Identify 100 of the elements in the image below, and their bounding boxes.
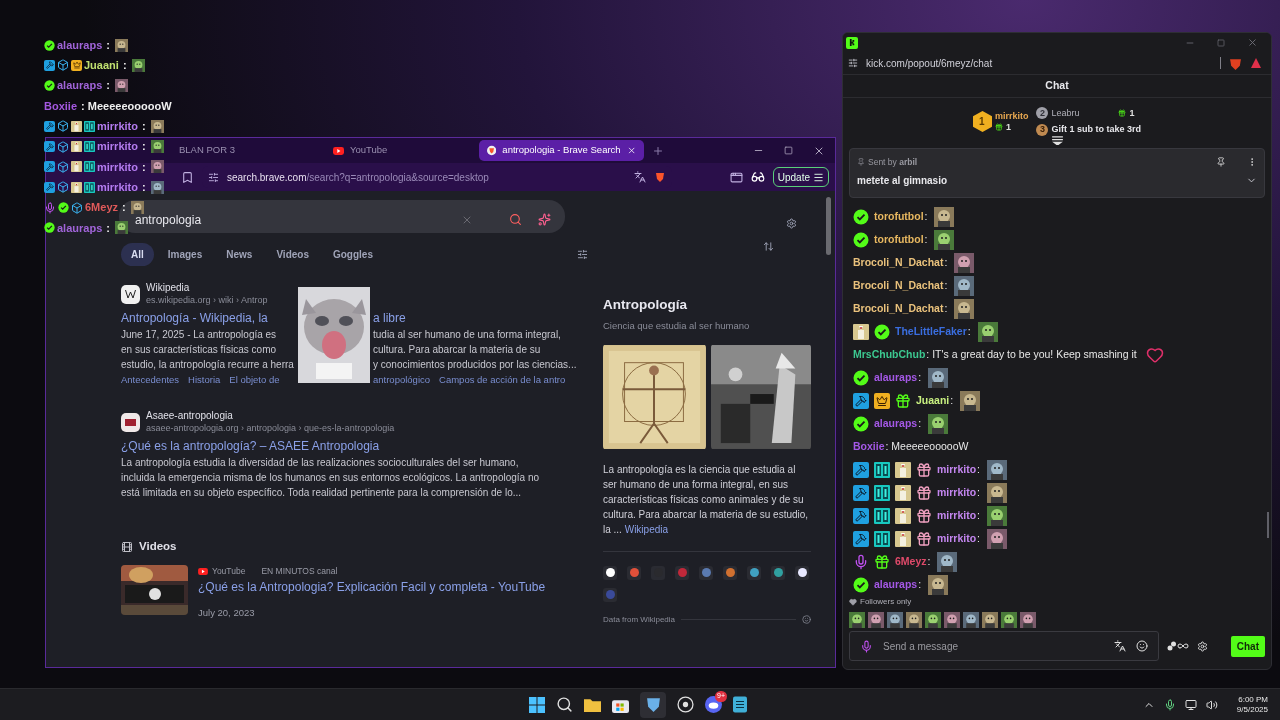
username[interactable]: alauraps bbox=[57, 77, 103, 94]
cube-icon bbox=[57, 120, 69, 133]
message-input[interactable]: Send a message bbox=[883, 638, 1104, 654]
window-icon[interactable] bbox=[729, 170, 743, 184]
username[interactable]: MrsChubChub bbox=[853, 346, 926, 363]
username[interactable]: mirrkito bbox=[937, 530, 977, 547]
site-icon[interactable] bbox=[795, 565, 809, 580]
site-settings-icon[interactable] bbox=[848, 58, 858, 69]
username[interactable]: alauraps bbox=[874, 369, 918, 386]
result-title-link[interactable]: Antropología - Wikipedia, la bbox=[121, 309, 299, 327]
collapse-icon[interactable] bbox=[1052, 136, 1063, 145]
browser-app-icon[interactable] bbox=[640, 691, 666, 718]
recorder-icon[interactable] bbox=[677, 696, 694, 713]
folder-icon[interactable] bbox=[584, 697, 601, 712]
emoji-icon[interactable] bbox=[1136, 640, 1148, 652]
message-text: : bbox=[121, 200, 126, 216]
username[interactable]: mirrkito bbox=[97, 178, 138, 196]
search-icon[interactable] bbox=[556, 696, 573, 713]
browser-tab[interactable]: YouTube bbox=[325, 140, 475, 161]
username[interactable]: mirrkito bbox=[97, 138, 138, 155]
username[interactable]: alauraps bbox=[874, 576, 918, 593]
mic-icon[interactable] bbox=[1163, 698, 1176, 711]
leader-name: Leabru bbox=[1051, 106, 1081, 120]
points-icon[interactable] bbox=[1167, 640, 1189, 652]
chat-send-button[interactable]: Chat bbox=[1230, 635, 1265, 657]
username[interactable]: mirrkito bbox=[937, 461, 977, 478]
result-title-link[interactable]: a libre bbox=[373, 309, 406, 327]
maximize-icon[interactable] bbox=[784, 146, 793, 155]
username[interactable]: TheLittleFaker bbox=[895, 323, 967, 340]
snippet-text: June 17, 2025 - La antropología es bbox=[121, 328, 278, 342]
username[interactable]: Juaani bbox=[916, 392, 950, 409]
username[interactable]: mirrkito bbox=[97, 158, 138, 176]
username[interactable]: mirrkito bbox=[937, 507, 977, 524]
username[interactable]: mirrkito bbox=[97, 118, 138, 135]
site-logo-icon bbox=[121, 284, 140, 304]
mic-icon[interactable] bbox=[860, 639, 873, 653]
scrollbar[interactable] bbox=[826, 197, 831, 255]
filter-tab[interactable]: Images bbox=[157, 243, 213, 266]
glasses-icon[interactable] bbox=[750, 170, 765, 184]
settings-icon[interactable] bbox=[786, 218, 797, 229]
username[interactable]: Boxiie bbox=[44, 97, 77, 115]
grid-badge-icon bbox=[84, 141, 95, 153]
username[interactable]: alauraps bbox=[57, 219, 103, 237]
section-link[interactable]: Historia bbox=[188, 372, 221, 388]
snippet-text: en sus características físicas como bbox=[121, 343, 278, 357]
site-settings-icon[interactable] bbox=[208, 171, 219, 183]
message-text: : IT's a great day to be you! Keep smashing it bbox=[926, 346, 1137, 362]
filter-tab[interactable]: Videos bbox=[266, 243, 319, 266]
address-text[interactable]: search.brave.com/search?q=antropologia&source=desktop bbox=[227, 169, 489, 185]
translate-icon[interactable] bbox=[1114, 640, 1126, 652]
username[interactable]: Brocoli_N_Dachat bbox=[853, 300, 944, 317]
username[interactable]: mirrkito bbox=[937, 484, 977, 501]
result-title-link[interactable]: ¿Qué es la antropología? – ASAEE Antropologia bbox=[121, 437, 586, 455]
translate-icon[interactable] bbox=[633, 171, 646, 183]
new-tab-icon[interactable] bbox=[652, 144, 664, 157]
sparkle-icon[interactable] bbox=[538, 213, 551, 226]
filter-tab[interactable]: All bbox=[121, 243, 154, 266]
username[interactable]: 6Meyz bbox=[85, 199, 119, 216]
username[interactable]: torofutbol bbox=[874, 231, 924, 248]
bookmark-icon[interactable] bbox=[181, 170, 194, 184]
username[interactable]: Brocoli_N_Dachat bbox=[853, 277, 944, 294]
username[interactable]: alauraps bbox=[874, 415, 918, 432]
start-icon[interactable] bbox=[529, 696, 545, 713]
browser-tab[interactable]: BLAN POR 3 bbox=[171, 140, 321, 161]
section-link[interactable]: El objeto de bbox=[229, 372, 280, 388]
message-field[interactable]: Send a message bbox=[849, 631, 1159, 661]
message-text: : bbox=[141, 119, 146, 135]
username[interactable]: Boxiie bbox=[853, 438, 885, 455]
username[interactable]: torofutbol bbox=[874, 208, 924, 225]
snippet-text: estudio, la antropología recurre a herra bbox=[121, 358, 295, 372]
username[interactable]: Juaani bbox=[84, 57, 119, 74]
update-button[interactable]: Update bbox=[772, 167, 829, 187]
feedback-icon[interactable] bbox=[802, 615, 811, 624]
video-title-link[interactable]: ¿Qué es la Antropologia? Explicación Facil y completa - YouTube bbox=[198, 578, 546, 596]
sort-icon[interactable] bbox=[763, 241, 774, 252]
tuxedo-badge-icon bbox=[895, 530, 911, 547]
filter-icon[interactable] bbox=[577, 249, 588, 260]
scrollbar[interactable] bbox=[1267, 512, 1269, 538]
site-icon[interactable] bbox=[603, 565, 617, 580]
grid-badge-icon bbox=[874, 484, 890, 501]
clock-time[interactable]: 6:00 PM bbox=[1238, 694, 1268, 705]
tuxedo-badge-icon bbox=[71, 161, 82, 173]
unpin-icon[interactable] bbox=[1216, 157, 1226, 168]
browser-tab[interactable]: antropologia - Brave Search bbox=[479, 140, 644, 161]
clock-date[interactable]: 9/5/2025 bbox=[1236, 704, 1268, 715]
section-link[interactable]: Antecedentes bbox=[121, 372, 180, 388]
wikipedia-link[interactable]: Wikipedia bbox=[624, 523, 669, 535]
address-text[interactable]: kick.com/popout/6meyz/chat bbox=[866, 55, 993, 71]
triangle-icon[interactable] bbox=[1250, 57, 1262, 70]
close-tab-icon[interactable] bbox=[626, 145, 636, 156]
username[interactable]: 6Meyz bbox=[895, 553, 927, 570]
username[interactable]: alauraps bbox=[57, 36, 103, 54]
chat-app-icon[interactable] bbox=[705, 696, 722, 713]
filter-tab[interactable]: News bbox=[216, 243, 263, 266]
notepad-icon[interactable] bbox=[733, 696, 747, 713]
volume-icon[interactable] bbox=[1205, 698, 1218, 711]
filter-tab[interactable]: Goggles bbox=[323, 243, 383, 266]
section-link[interactable]: antropológico bbox=[373, 372, 431, 388]
section-link[interactable]: Campos de acción de la antro bbox=[439, 372, 566, 388]
username[interactable]: Brocoli_N_Dachat bbox=[853, 254, 944, 271]
